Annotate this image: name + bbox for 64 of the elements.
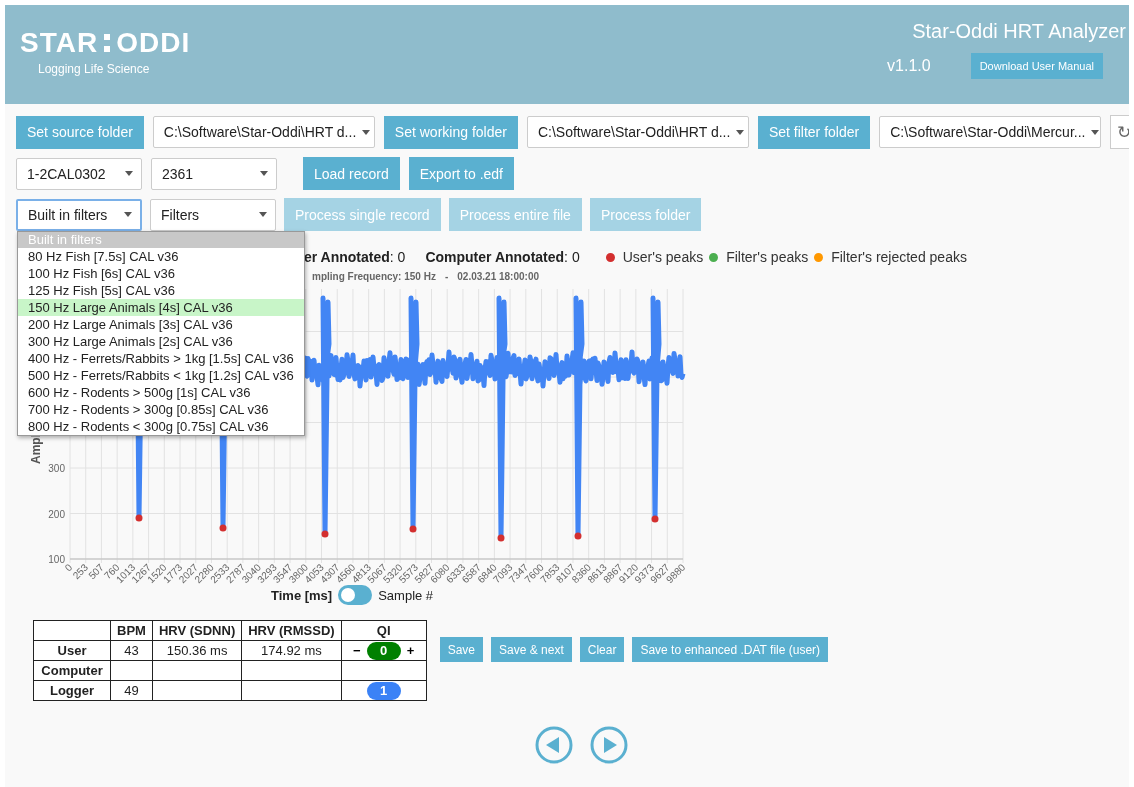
dropdown-option[interactable]: 100 Hz Fish [6s] CAL v36: [18, 265, 304, 282]
caret-icon: [362, 129, 371, 135]
quality-badge: 1: [366, 681, 401, 700]
app-title: Star-Oddi HRT Analyzer: [912, 20, 1126, 43]
caret-icon: [125, 171, 133, 176]
dropdown-option[interactable]: 80 Hz Fish [7.5s] CAL v36: [18, 248, 304, 265]
record-select[interactable]: 1-2CAL0302: [16, 157, 142, 190]
chart-separator: -: [444, 271, 449, 284]
table-cell: [110, 660, 153, 681]
logo-text: ODDI: [116, 27, 191, 59]
column-header: HRV (SDNN): [152, 620, 242, 641]
annotation-count: er Annotated: 0: [304, 249, 406, 265]
table-cell: 174.92 ms: [241, 640, 342, 661]
legend-label: Filter's rejected peaks: [831, 249, 967, 265]
table-cell: 49: [110, 680, 153, 701]
dropdown-option[interactable]: 700 Hz - Rodents > 300g [0.85s] CAL v36: [18, 401, 304, 418]
column-header: BPM: [110, 620, 153, 641]
annotation-count: Computer Annotated: 0: [425, 249, 580, 265]
dropdown-option[interactable]: 500 Hz - Ferrets/Rabbits < 1kg [1.2s] CAL v36: [18, 367, 304, 384]
caret-icon: [1091, 129, 1100, 135]
toggle-label: Sample #: [378, 587, 434, 603]
increment-button[interactable]: +: [406, 643, 415, 658]
table-cell: 43: [110, 640, 153, 661]
dropdown-option[interactable]: 125 Hz Fish [5s] CAL v36: [18, 282, 304, 299]
refresh-button[interactable]: ↻: [1110, 115, 1129, 149]
row-header: User: [33, 640, 111, 661]
record-select[interactable]: 2361: [151, 157, 277, 190]
folder-select[interactable]: C:\Software\Star-Oddi\Mercur...: [879, 116, 1102, 148]
caret-icon: [260, 171, 268, 176]
decrement-button[interactable]: −: [353, 643, 361, 658]
version-label: v1.1.0: [887, 57, 931, 75]
caret-icon: [736, 129, 745, 135]
row-header: Logger: [33, 680, 111, 701]
column-header: QI: [341, 620, 427, 641]
folder-select[interactable]: C:\Software\Star-Oddi\HRT d...: [152, 116, 375, 148]
dropdown-option[interactable]: 600 Hz - Rodents > 500g [1s] CAL v36: [18, 384, 304, 401]
y-tick-label: 300: [48, 463, 65, 474]
filter-select[interactable]: Built in filters: [16, 198, 142, 231]
logo-dots-icon: [103, 32, 112, 54]
next-button[interactable]: [590, 726, 628, 764]
logo-text: STAR: [20, 27, 99, 59]
filter-select[interactable]: Filters: [150, 198, 276, 231]
toggle-label: Time [ms]: [271, 587, 333, 603]
chart-subtitle: mpling Frequency: 150 Hz: [312, 271, 436, 284]
quality-badge: 0: [366, 641, 401, 660]
dropdown-option[interactable]: 400 Hz - Ferrets/Rabbits > 1kg [1.5s] CAL v36: [18, 350, 304, 367]
folder-select[interactable]: C:\Software\Star-Oddi\HRT d...: [526, 116, 749, 148]
legend-label: User's peaks: [622, 249, 704, 265]
y-tick-label: 100: [48, 554, 65, 565]
y-tick-label: 200: [48, 508, 65, 520]
dropdown-option[interactable]: 150 Hz Large Animals [4s] CAL v36: [18, 299, 304, 316]
caret-icon: [124, 212, 132, 217]
table-cell: 150.36 ms: [152, 640, 242, 661]
legend-label: Filter's peaks: [726, 249, 809, 265]
logo-tagline: Logging Life Science: [38, 62, 151, 76]
column-header: HRV (RMSSD): [241, 620, 342, 641]
dropdown-option[interactable]: 800 Hz - Rodents < 300g [0.75s] CAL v36: [18, 418, 304, 435]
row-header: Computer: [33, 660, 111, 681]
dropdown-option[interactable]: 300 Hz Large Animals [2s] CAL v36: [18, 333, 304, 350]
dropdown-option[interactable]: 200 Hz Large Animals [3s] CAL v36: [18, 316, 304, 333]
previous-button[interactable]: [535, 726, 573, 764]
axis-toggle-switch[interactable]: [338, 585, 373, 605]
chart-timestamp: 02.03.21 18:00:00: [457, 271, 539, 284]
caret-icon: [259, 212, 267, 217]
